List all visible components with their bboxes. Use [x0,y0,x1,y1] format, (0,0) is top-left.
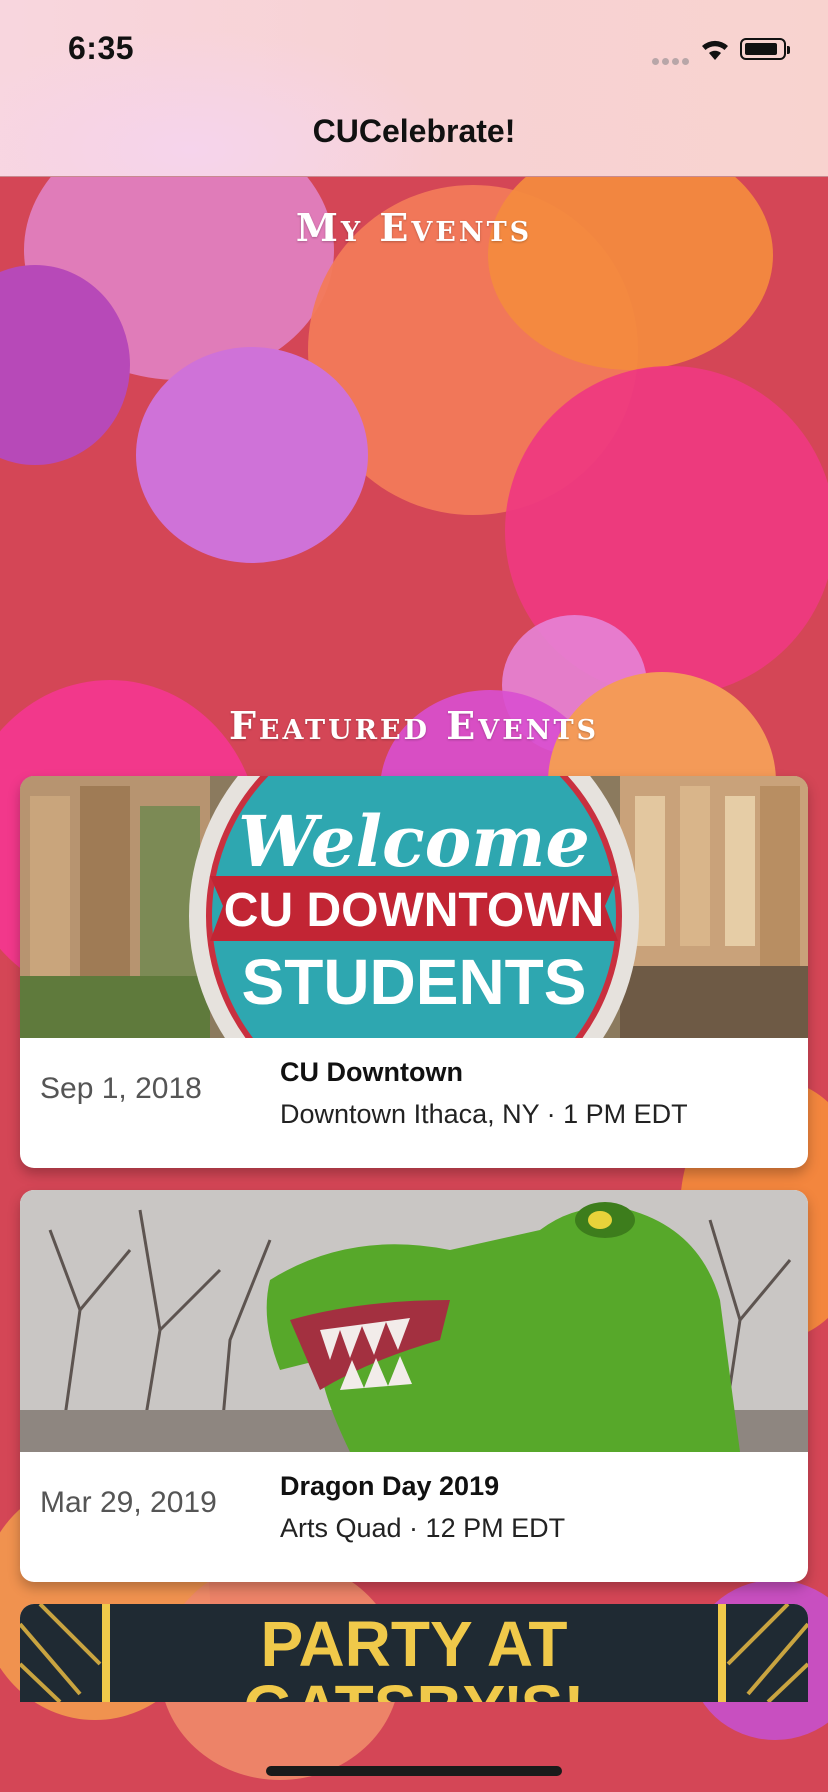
image-text-party-at: PARTY AT [261,1608,568,1680]
event-date: Sep 1, 2018 [40,1072,202,1105]
battery-icon [740,38,790,60]
image-text-cu-downtown: CU DOWNTOWN [224,884,604,937]
my-events-heading: My Events [295,205,533,250]
status-time: 6:35 [68,30,135,66]
image-text-students: STUDENTS [242,946,587,1018]
event-location-time: Downtown Ithaca, NY · 1 PM EDT [280,1099,688,1129]
event-name: Dragon Day 2019 [280,1471,500,1501]
event-date: Mar 29, 2019 [40,1486,217,1519]
event-image-gatsby: PARTY AT GATSBY'S! [20,1604,808,1702]
cellular-signal-icon [652,52,692,70]
wifi-icon [702,40,728,60]
navigation-bar: 6:35 CUCelebrate! [0,0,828,177]
event-name: CU Downtown [280,1057,463,1087]
featured-events-heading: Featured Events [228,703,600,748]
event-image-cu-downtown: Welcome CU DOWNTOWN STUDENTS [20,776,808,1038]
home-indicator[interactable] [266,1766,562,1776]
image-text-gatsbys: GATSBY'S! [243,1672,584,1702]
nav-title: CUCelebrate! [312,113,516,149]
event-card-dragon-day[interactable]: Mar 29, 2019 Dragon Day 2019 Arts Quad ·… [20,1190,808,1582]
event-image-dragon-day [20,1190,808,1452]
event-card-cu-downtown[interactable]: Welcome CU DOWNTOWN STUDENTS Sep 1, 2018… [20,776,808,1168]
event-location-time: Arts Quad · 12 PM EDT [280,1513,566,1543]
image-text-welcome: Welcome [238,800,590,883]
event-card-gatsby[interactable]: PARTY AT GATSBY'S! [20,1604,808,1702]
status-bar: 6:35 [0,0,828,96]
